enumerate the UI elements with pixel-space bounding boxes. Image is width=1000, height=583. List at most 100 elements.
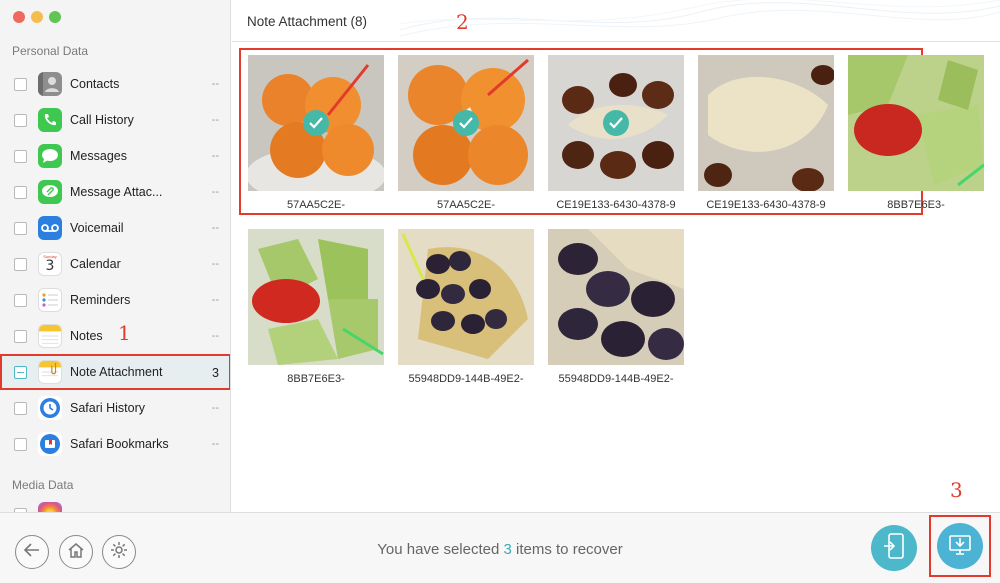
- attachment-thumbnail[interactable]: [548, 55, 684, 191]
- note-attachment-icon: [38, 360, 62, 384]
- checkbox[interactable]: [14, 258, 27, 271]
- window-controls: [13, 11, 61, 23]
- checkbox[interactable]: [14, 186, 27, 199]
- attachment-tile[interactable]: CE19E133-6430-4378-9: [698, 55, 834, 211]
- messages-icon: [38, 144, 62, 168]
- attachment-tile[interactable]: 57AA5C2E-: [248, 55, 384, 211]
- sidebar-item-label: Contacts: [70, 77, 120, 91]
- photos-icon: [38, 502, 62, 512]
- sidebar-item-voicemail[interactable]: Voicemail --: [0, 210, 230, 246]
- sidebar-item-safari-history[interactable]: Safari History --: [0, 390, 230, 426]
- sidebar-item-label: Voicemail: [70, 221, 124, 235]
- checkbox-partial[interactable]: [14, 366, 27, 379]
- attachment-thumbnail[interactable]: [698, 55, 834, 191]
- annotation-number: 1: [118, 321, 131, 345]
- download-to-computer-icon: [948, 532, 972, 561]
- sidebar-list: Contacts -- Call History -- Messages --: [0, 66, 230, 462]
- selection-status: You have selected 3 items to recover: [0, 541, 1000, 558]
- sidebar-item-label: Safari Bookmarks: [70, 437, 169, 451]
- sidebar-item-count: --: [211, 186, 219, 198]
- attachment-tile[interactable]: CE19E133-6430-4378-9: [548, 55, 684, 211]
- main-header: Note Attachment (8): [232, 0, 1000, 42]
- checkmark-icon: [453, 110, 479, 136]
- checkbox[interactable]: [14, 330, 27, 343]
- sidebar-item-calendar[interactable]: Sunday 3 Calendar --: [0, 246, 230, 282]
- phone-icon: [38, 108, 62, 132]
- sidebar-item-message-attachments[interactable]: Message Attac... --: [0, 174, 230, 210]
- status-suffix: items to recover: [511, 541, 623, 558]
- sidebar-item-reminders[interactable]: Reminders --: [0, 282, 230, 318]
- attachment-caption: CE19E133-6430-4378-9: [706, 199, 826, 211]
- checkbox[interactable]: [14, 114, 27, 127]
- sidebar-item-count: --: [211, 150, 219, 162]
- header-decoration: [400, 0, 1000, 37]
- page-title: Note Attachment (8): [247, 14, 368, 29]
- checkbox[interactable]: [14, 222, 27, 235]
- safari-history-icon: [38, 396, 62, 420]
- sidebar-item-count: --: [211, 78, 219, 90]
- reminders-icon: [38, 288, 62, 312]
- sidebar-item-count: --: [211, 222, 219, 234]
- sidebar-item-count: --: [211, 402, 219, 414]
- recover-to-computer-button[interactable]: [937, 523, 983, 569]
- checkbox[interactable]: [14, 150, 27, 163]
- sidebar-item-label: Notes: [70, 329, 103, 343]
- notes-icon: [38, 324, 62, 348]
- bottom-toolbar: You have selected 3 items to recover: [0, 512, 1000, 583]
- checkmark-icon: [603, 110, 629, 136]
- attachment-tile[interactable]: 8BB7E6E3-: [248, 229, 384, 385]
- checkbox[interactable]: [14, 294, 27, 307]
- sidebar-item-safari-bookmarks[interactable]: Safari Bookmarks --: [0, 426, 230, 462]
- media-data-heading: Media Data: [12, 478, 74, 492]
- sidebar-item-label: Safari History: [70, 401, 146, 415]
- attachment-tile[interactable]: 55948DD9-144B-49E2-: [548, 229, 684, 385]
- checkbox[interactable]: [14, 402, 27, 415]
- sidebar-item-messages[interactable]: Messages --: [0, 138, 230, 174]
- sidebar-item-count: --: [211, 438, 219, 450]
- contacts-icon: [38, 72, 62, 96]
- checkbox[interactable]: [14, 438, 27, 451]
- attachment-caption: CE19E133-6430-4378-9: [556, 199, 676, 211]
- attachment-caption: 55948DD9-144B-49E2-: [408, 373, 524, 385]
- sidebar-item-label: Messages: [70, 149, 127, 163]
- sidebar-item-label: Call History: [70, 113, 134, 127]
- sidebar-item-note-attachment[interactable]: Note Attachment 3: [0, 354, 230, 390]
- attachment-caption: 8BB7E6E3-: [887, 199, 945, 211]
- sidebar-item-notes[interactable]: Notes --: [0, 318, 230, 354]
- calendar-date-label: 3: [45, 258, 55, 274]
- attachment-thumbnail[interactable]: [548, 229, 684, 365]
- personal-data-heading: Personal Data: [12, 44, 89, 58]
- recover-to-device-button[interactable]: [871, 525, 917, 571]
- attachment-tile[interactable]: 55948DD9-144B-49E2-: [398, 229, 534, 385]
- checkbox[interactable]: [14, 78, 27, 91]
- status-prefix: You have selected: [377, 541, 504, 558]
- sidebar-item-count: --: [211, 294, 219, 306]
- attachment-thumbnail[interactable]: [248, 55, 384, 191]
- calendar-icon: Sunday 3: [38, 252, 62, 276]
- sidebar-item-contacts[interactable]: Contacts --: [0, 66, 230, 102]
- attachment-caption: 55948DD9-144B-49E2-: [558, 373, 674, 385]
- safari-bookmarks-icon: [38, 432, 62, 456]
- attachment-thumbnail[interactable]: [398, 229, 534, 365]
- sidebar: Personal Data Contacts -- Call History -…: [0, 0, 231, 512]
- sidebar-item-label: Note Attachment: [70, 365, 163, 379]
- sidebar-item-count: --: [211, 114, 219, 126]
- annotation-number: 2: [456, 10, 469, 34]
- sidebar-item-count: 3: [212, 366, 219, 380]
- attachment-tile[interactable]: 8BB7E6E3-: [848, 55, 984, 211]
- attachment-tile[interactable]: 57AA5C2E-: [398, 55, 534, 211]
- attachment-thumbnail[interactable]: [248, 229, 384, 365]
- sidebar-item-label: Reminders: [70, 293, 131, 307]
- minimize-window-button[interactable]: [31, 11, 43, 23]
- zoom-window-button[interactable]: [49, 11, 61, 23]
- sidebar-item-call-history[interactable]: Call History --: [0, 102, 230, 138]
- sidebar-item-count: --: [211, 258, 219, 270]
- attachment-caption: 57AA5C2E-: [286, 199, 346, 211]
- attachment-thumbnail[interactable]: [848, 55, 984, 191]
- attachment-thumbnail[interactable]: [398, 55, 534, 191]
- voicemail-icon: [38, 216, 62, 240]
- sidebar-item-label: Calendar: [70, 257, 121, 271]
- message-attachment-icon: [38, 180, 62, 204]
- checkmark-icon: [303, 110, 329, 136]
- close-window-button[interactable]: [13, 11, 25, 23]
